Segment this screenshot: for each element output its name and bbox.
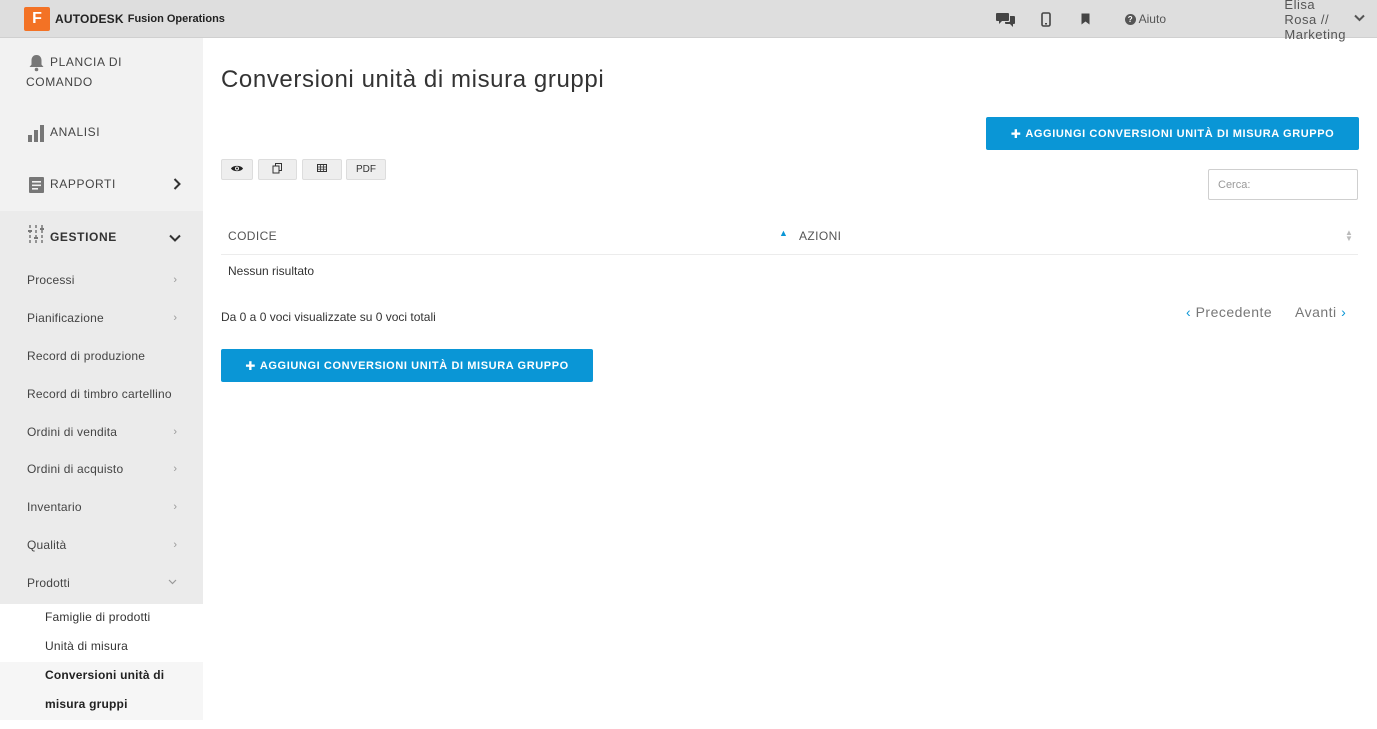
empty-table-message: Nessun risultato bbox=[228, 264, 315, 278]
table-icon bbox=[317, 164, 327, 175]
sidebar-subitem-ordini-acquisto[interactable]: Ordini di acquisto › bbox=[0, 460, 203, 480]
next-page-link[interactable]: Avanti › bbox=[1295, 304, 1346, 320]
bar-chart-icon bbox=[26, 124, 46, 142]
next-label: Avanti bbox=[1295, 304, 1337, 320]
fusion-logo-icon: F bbox=[24, 7, 50, 31]
sidebar-item-dashboard[interactable]: PLANCIA DI COMANDO bbox=[0, 52, 203, 92]
sidebar-subitem-inventario[interactable]: Inventario › bbox=[0, 498, 203, 518]
brand-name: AUTODESK bbox=[55, 12, 124, 26]
sidebar-item-label: PLANCIA DI bbox=[50, 55, 123, 69]
excel-export-button[interactable] bbox=[302, 159, 342, 180]
plus-icon: ✚ bbox=[1010, 126, 1022, 141]
sidebar-item-label: COMANDO bbox=[26, 75, 93, 89]
copy-icon bbox=[272, 162, 283, 177]
sidebar-item-label: RAPPORTI bbox=[50, 177, 116, 191]
subsub-label: Famiglie di prodotti bbox=[45, 610, 151, 624]
prodotti-submenu: Famiglie di prodotti Unità di misura Con… bbox=[0, 604, 203, 729]
sidebar-subitem-qualita[interactable]: Qualità › bbox=[0, 536, 203, 556]
subitem-label: Record di produzione bbox=[27, 349, 146, 363]
pdf-export-button[interactable]: PDF bbox=[346, 159, 386, 180]
copy-button[interactable] bbox=[258, 159, 297, 180]
sidebar-item-label: ANALISI bbox=[50, 125, 101, 139]
sidebar-subsub-unita[interactable]: Unità di misura bbox=[0, 637, 203, 657]
bell-icon bbox=[26, 54, 46, 72]
previous-page-link[interactable]: ‹ Precedente bbox=[1186, 304, 1272, 320]
search-input[interactable] bbox=[1208, 169, 1358, 200]
table-info: Da 0 a 0 voci visualizzate su 0 voci tot… bbox=[221, 310, 436, 324]
subitem-label: Ordini di acquisto bbox=[27, 462, 124, 476]
chevron-right-icon bbox=[173, 178, 181, 193]
sort-ascending-icon[interactable]: ▲ bbox=[779, 228, 788, 238]
add-button-label: AGGIUNGI CONVERSIONI UNITÀ DI MISURA GRU… bbox=[1025, 127, 1335, 140]
top-bar: F AUTODESK Fusion Operations ? Aiuto Eli… bbox=[0, 0, 1377, 42]
mobile-icon[interactable] bbox=[1038, 11, 1054, 27]
brand[interactable]: F AUTODESK Fusion Operations bbox=[24, 7, 225, 31]
sort-both-icon[interactable]: ▲ ▼ bbox=[1345, 229, 1353, 243]
previous-label: Precedente bbox=[1195, 304, 1273, 320]
sidebar-subitem-record-timbro[interactable]: Record di timbro cartellino bbox=[0, 385, 203, 405]
subitem-label: Inventario bbox=[27, 500, 82, 514]
page-title: Conversioni unità di misura gruppi bbox=[221, 66, 605, 93]
sidebar-subitem-ordini-vendita[interactable]: Ordini di vendita › bbox=[0, 423, 203, 443]
table-divider bbox=[221, 254, 1358, 255]
subitem-label: Processi bbox=[27, 273, 75, 287]
chevron-right-icon: › bbox=[173, 501, 177, 513]
sidebar-item-label: GESTIONE bbox=[50, 230, 117, 244]
chevron-down-icon bbox=[1354, 13, 1365, 25]
chevron-right-icon: › bbox=[173, 426, 177, 438]
sidebar-subitem-prodotti[interactable]: Prodotti bbox=[0, 574, 203, 594]
help-label: Aiuto bbox=[1138, 12, 1166, 26]
subsub-label: Unità di misura bbox=[45, 639, 129, 653]
sidebar: PLANCIA DI COMANDO ANALISI RAPPORTI GEST… bbox=[0, 38, 203, 729]
sidebar-subitem-pianificazione[interactable]: Pianificazione › bbox=[0, 309, 203, 329]
column-header-codice[interactable]: CODICE bbox=[228, 229, 277, 243]
chevron-right-icon: › bbox=[173, 463, 177, 475]
chevron-right-icon: › bbox=[1341, 304, 1347, 320]
sidebar-subitem-record-produzione[interactable]: Record di produzione bbox=[0, 347, 203, 367]
plus-icon: ✚ bbox=[245, 358, 256, 373]
product-name: Fusion Operations bbox=[127, 13, 225, 25]
question-circle-icon: ? bbox=[1124, 13, 1136, 25]
sidebar-subsub-conversioni-active[interactable]: Conversioni unità di misura gruppi bbox=[0, 662, 203, 720]
subitem-label: Qualità bbox=[27, 538, 67, 552]
sidebar-subitem-processi[interactable]: Processi › bbox=[0, 271, 203, 291]
sidebar-item-rapporti[interactable]: RAPPORTI bbox=[0, 174, 203, 196]
subsub-label: misura gruppi bbox=[45, 697, 128, 711]
chat-icon[interactable] bbox=[995, 11, 1017, 27]
column-header-azioni[interactable]: AZIONI bbox=[799, 229, 841, 243]
sidebar-item-gestione[interactable]: GESTIONE bbox=[0, 225, 203, 248]
sidebar-item-analisi[interactable]: ANALISI bbox=[0, 122, 203, 144]
subsub-label: Conversioni unità di bbox=[45, 668, 165, 682]
add-conversion-button-bottom[interactable]: ✚ AGGIUNGI CONVERSIONI UNITÀ DI MISURA G… bbox=[221, 349, 593, 382]
sidebar-subsub-famiglie[interactable]: Famiglie di prodotti bbox=[0, 608, 203, 628]
column-visibility-button[interactable] bbox=[221, 159, 253, 180]
add-button-label: AGGIUNGI CONVERSIONI UNITÀ DI MISURA GRU… bbox=[259, 359, 569, 372]
report-icon bbox=[26, 176, 46, 194]
chevron-left-icon: ‹ bbox=[1186, 304, 1192, 320]
chevron-right-icon: › bbox=[173, 312, 177, 324]
bookmark-icon[interactable] bbox=[1078, 13, 1092, 25]
sliders-icon bbox=[26, 225, 46, 245]
add-conversion-button-top[interactable]: ✚ AGGIUNGI CONVERSIONI UNITÀ DI MISURA G… bbox=[986, 117, 1359, 150]
subitem-label: Record di timbro cartellino bbox=[27, 387, 172, 401]
subitem-label: Prodotti bbox=[27, 576, 70, 590]
chevron-down-icon bbox=[169, 231, 181, 245]
chevron-right-icon: › bbox=[173, 539, 177, 551]
user-menu[interactable]: Elisa Rosa // Marketing bbox=[1284, 0, 1365, 42]
help-link[interactable]: ? Aiuto bbox=[1124, 12, 1166, 26]
subitem-label: Ordini di vendita bbox=[27, 425, 118, 439]
user-label: Elisa Rosa // Marketing bbox=[1284, 0, 1346, 42]
subitem-label: Pianificazione bbox=[27, 311, 104, 325]
chevron-down-icon bbox=[168, 576, 177, 588]
eye-icon bbox=[230, 164, 244, 176]
chevron-right-icon: › bbox=[173, 274, 177, 286]
